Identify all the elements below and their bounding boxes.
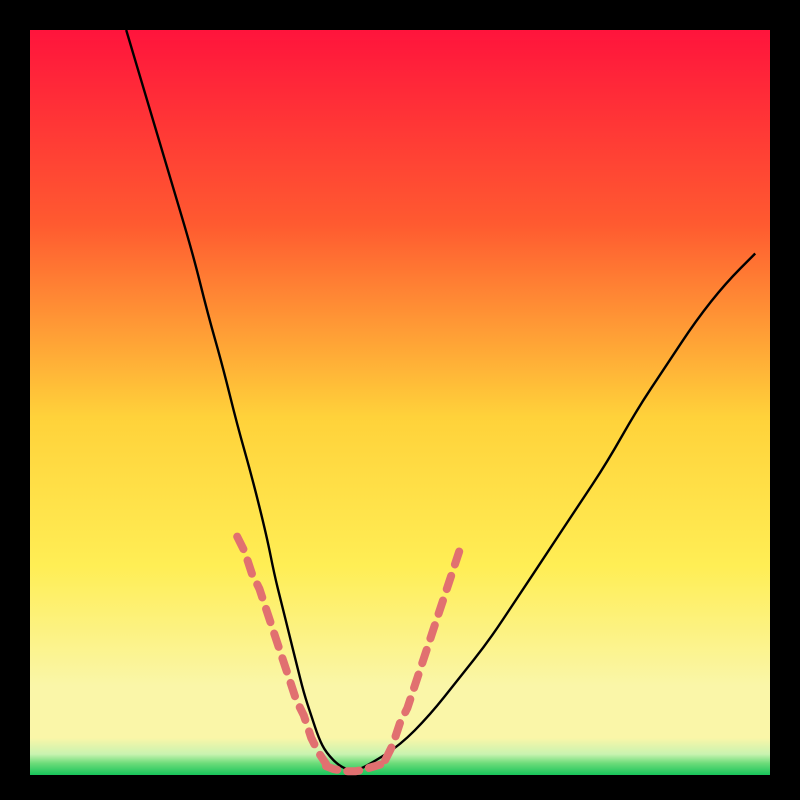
- plot-gradient-background: [30, 30, 770, 775]
- chart-frame: TheBottleneck.com: [0, 0, 800, 800]
- bottleneck-chart: [0, 0, 800, 800]
